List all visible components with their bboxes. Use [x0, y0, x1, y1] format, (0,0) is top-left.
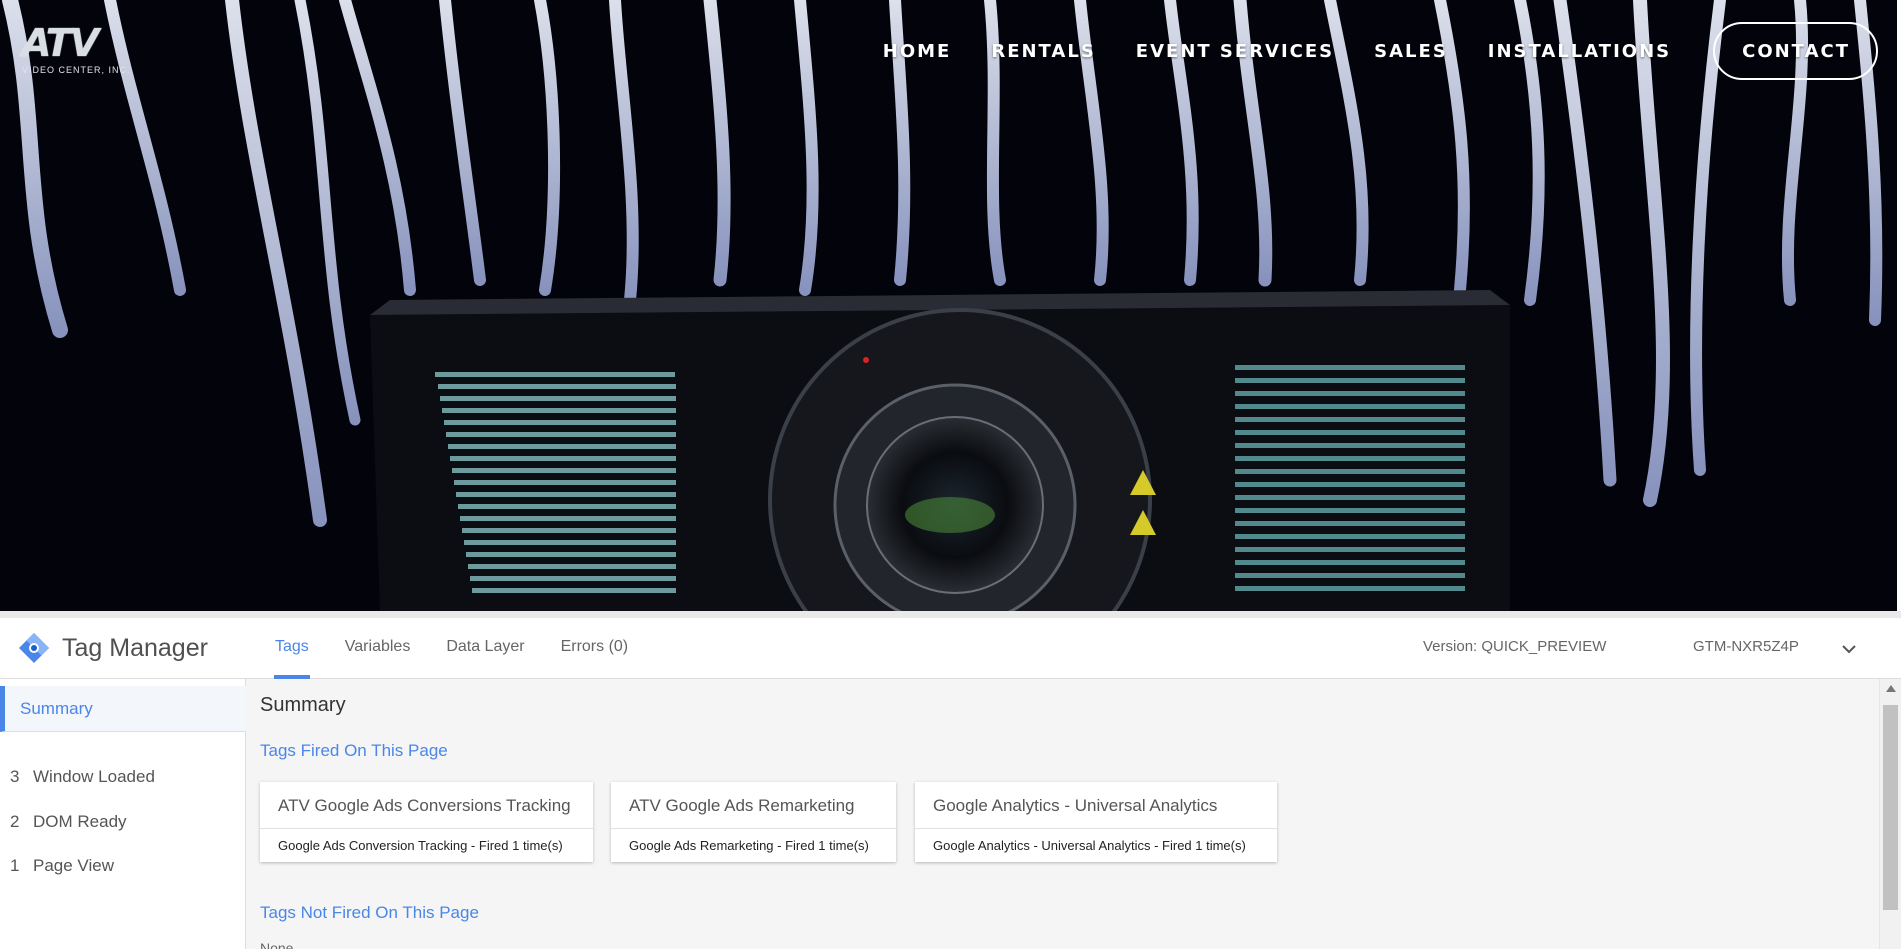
tag-status: Google Ads Conversion Tracking - Fired 1…: [260, 828, 593, 862]
event-label: Window Loaded: [33, 767, 155, 786]
nav-sales[interactable]: SALES: [1374, 41, 1448, 62]
tag-manager-debug-panel: Tag Manager Tags Variables Data Layer Er…: [0, 611, 1901, 949]
tag-manager-title: Tag Manager: [62, 633, 208, 662]
event-number: 2: [10, 812, 20, 831]
logo-mark: ATV: [22, 21, 99, 65]
hero-projector-image: [0, 0, 1901, 611]
scrollbar-thumb[interactable]: [1883, 705, 1898, 910]
scroll-up-arrow-icon[interactable]: [1886, 685, 1896, 692]
tag-manager-brand: Tag Manager: [18, 632, 208, 664]
chevron-down-icon[interactable]: [1839, 642, 1859, 656]
summary-content: Summary Tags Fired On This Page ATV Goog…: [247, 679, 1879, 949]
tag-status: Google Analytics - Universal Analytics -…: [915, 828, 1277, 862]
sidebar-item-summary[interactable]: Summary: [0, 686, 246, 732]
sidebar-summary-label: Summary: [20, 699, 93, 718]
hero-banner: ATV VIDEO CENTER, INC. HOME RENTALS EVEN…: [0, 0, 1901, 611]
tag-manager-diamond-icon: [19, 633, 49, 663]
event-number: 3: [10, 767, 20, 786]
atv-logo[interactable]: ATV VIDEO CENTER, INC.: [22, 24, 137, 78]
sidebar-event-dom-ready[interactable]: 2 DOM Ready: [10, 812, 127, 832]
tag-card-analytics[interactable]: Google Analytics - Universal Analytics G…: [915, 782, 1277, 862]
version-label: Version: QUICK_PREVIEW: [1423, 638, 1607, 655]
tag-status: Google Ads Remarketing - Fired 1 time(s): [611, 828, 896, 862]
tag-name: ATV Google Ads Remarketing: [629, 796, 855, 815]
tag-name: Google Analytics - Universal Analytics: [933, 796, 1218, 815]
tab-errors[interactable]: Errors (0): [560, 618, 630, 679]
contact-button[interactable]: CONTACT: [1713, 22, 1878, 80]
container-id[interactable]: GTM-NXR5Z4P: [1693, 638, 1799, 655]
main-nav: HOME RENTALS EVENT SERVICES SALES INSTAL…: [883, 22, 1878, 80]
tab-data-layer[interactable]: Data Layer: [445, 618, 525, 679]
event-label: DOM Ready: [33, 812, 127, 831]
tag-name: ATV Google Ads Conversions Tracking: [278, 796, 571, 815]
summary-heading: Summary: [260, 694, 346, 716]
tab-tags[interactable]: Tags: [274, 618, 310, 679]
nav-installations[interactable]: INSTALLATIONS: [1488, 41, 1671, 62]
nav-event-services[interactable]: EVENT SERVICES: [1136, 41, 1334, 62]
event-label: Page View: [33, 856, 114, 875]
page-edge: [1897, 0, 1901, 611]
tags-not-fired-value: None: [260, 940, 294, 949]
tag-card-conversions[interactable]: ATV Google Ads Conversions Tracking Goog…: [260, 782, 593, 862]
vertical-scrollbar[interactable]: [1879, 679, 1901, 949]
sidebar-event-window-loaded[interactable]: 3 Window Loaded: [10, 767, 155, 787]
tag-manager-header: Tag Manager Tags Variables Data Layer Er…: [0, 618, 1901, 679]
sidebar-event-page-view[interactable]: 1 Page View: [10, 856, 114, 876]
tags-fired-title: Tags Fired On This Page: [260, 741, 448, 760]
tag-card-remarketing[interactable]: ATV Google Ads Remarketing Google Ads Re…: [611, 782, 896, 862]
nav-home[interactable]: HOME: [883, 41, 952, 62]
event-sidebar: Summary 3 Window Loaded 2 DOM Ready 1 Page …: [0, 679, 246, 949]
tags-not-fired-title: Tags Not Fired On This Page: [260, 903, 479, 922]
logo-subtitle: VIDEO CENTER, INC.: [22, 65, 131, 75]
nav-rentals[interactable]: RENTALS: [991, 41, 1095, 62]
debug-tabs: Tags Variables Data Layer Errors (0): [274, 618, 663, 679]
event-number: 1: [10, 856, 20, 875]
tab-variables[interactable]: Variables: [344, 618, 412, 679]
